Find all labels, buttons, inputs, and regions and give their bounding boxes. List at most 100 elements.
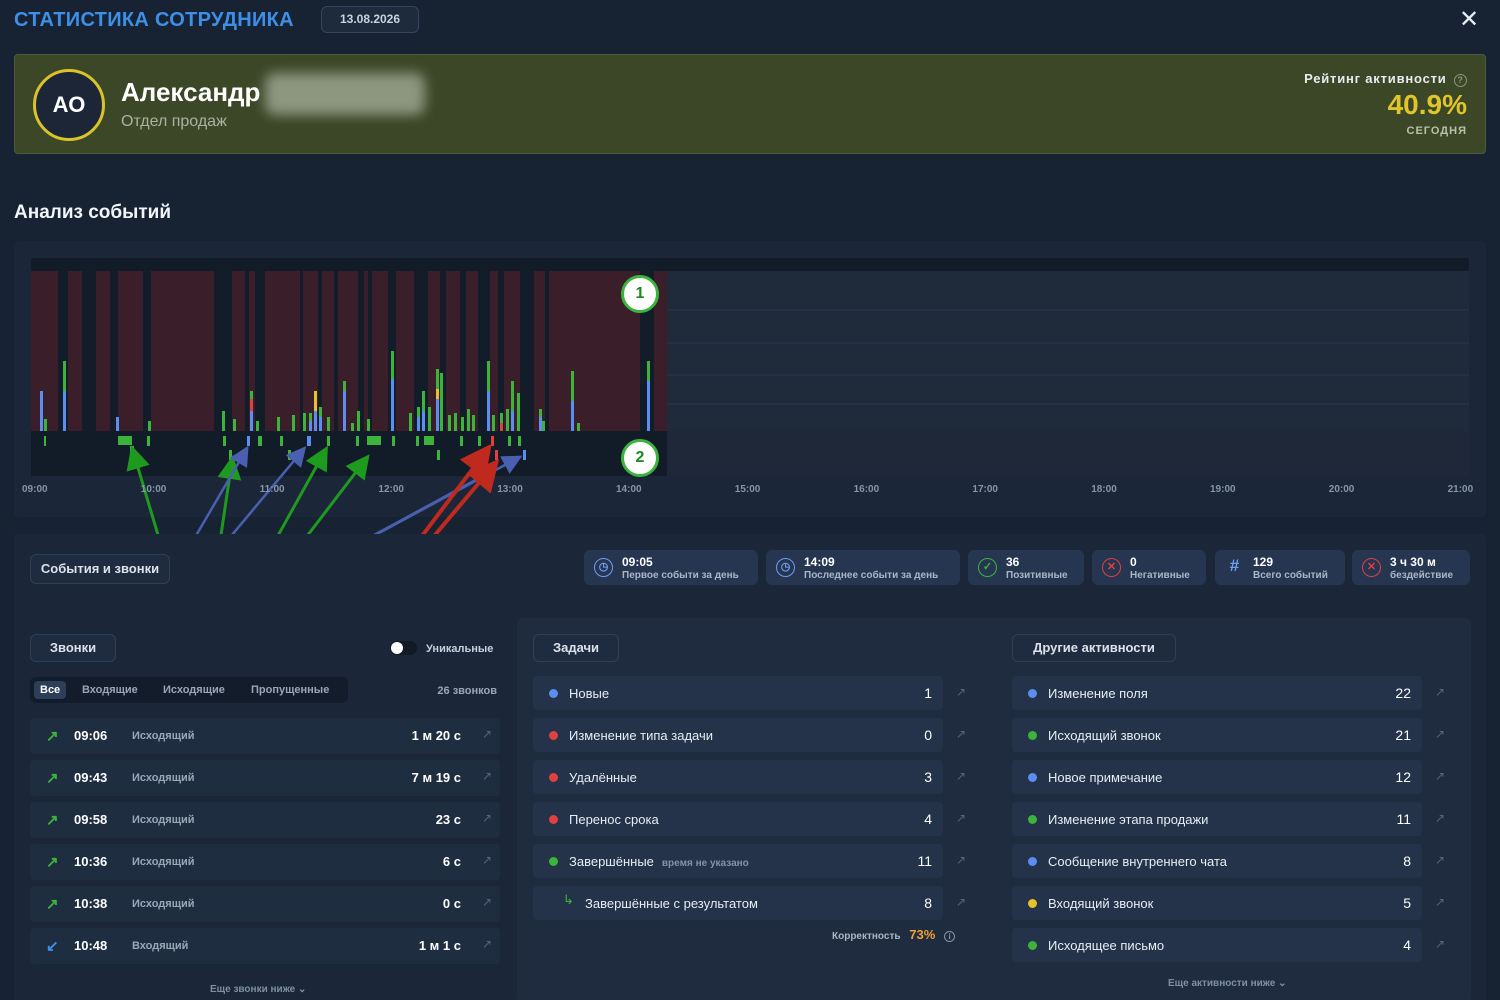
event-bar[interactable] (303, 413, 306, 431)
event-bar[interactable] (40, 391, 43, 431)
event-bar[interactable] (436, 389, 439, 399)
event-bar[interactable] (116, 417, 119, 431)
event-marker[interactable] (280, 436, 283, 446)
call-row[interactable]: ↗ 09:58 Исходящий 23 с ↗ (30, 802, 500, 838)
event-bar[interactable] (391, 351, 394, 379)
event-bar[interactable] (222, 411, 225, 431)
external-link-icon[interactable]: ↗ (482, 937, 492, 951)
event-bar[interactable] (492, 415, 495, 431)
filter-outgoing[interactable]: Исходящие (157, 681, 231, 699)
external-link-icon[interactable]: ↗ (956, 769, 966, 783)
task-row[interactable]: ↳ Завершённые с результатом 8 (533, 886, 943, 920)
activity-row[interactable]: Изменение поля 22 (1012, 676, 1422, 710)
event-marker[interactable] (523, 450, 526, 460)
event-bar[interactable] (417, 407, 420, 417)
activity-row[interactable]: Сообщение внутреннего чата 8 (1012, 844, 1422, 878)
event-bar[interactable] (517, 393, 520, 431)
event-bar[interactable] (647, 381, 650, 431)
external-link-icon[interactable]: ↗ (482, 811, 492, 825)
task-row[interactable]: Перенос срока 4 (533, 802, 943, 836)
event-bar[interactable] (250, 399, 253, 411)
external-link-icon[interactable]: ↗ (956, 895, 966, 909)
event-bar[interactable] (422, 391, 425, 411)
event-bar[interactable] (148, 421, 151, 431)
event-bar[interactable] (511, 411, 514, 431)
activity-row[interactable]: Исходящий звонок 21 (1012, 718, 1422, 752)
event-bar[interactable] (44, 419, 47, 431)
external-link-icon[interactable]: ↗ (1435, 895, 1445, 909)
tab-events-calls[interactable]: События и звонки (30, 554, 170, 584)
event-bar[interactable] (357, 411, 360, 431)
task-row[interactable]: Изменение типа задачи 0 (533, 718, 943, 752)
event-bar[interactable] (436, 369, 439, 389)
event-bar[interactable] (277, 417, 280, 431)
event-bar[interactable] (343, 391, 346, 431)
call-row[interactable]: ↗ 09:06 Исходящий 1 м 20 с ↗ (30, 718, 500, 754)
filter-incoming[interactable]: Входящие (76, 681, 144, 699)
more-calls-link[interactable]: Еще звонки ниже ⌄ (210, 984, 306, 995)
event-marker[interactable] (424, 436, 434, 445)
external-link-icon[interactable]: ↗ (482, 895, 492, 909)
event-bar[interactable] (500, 413, 503, 423)
external-link-icon[interactable]: ↗ (482, 853, 492, 867)
unique-toggle[interactable] (390, 641, 417, 655)
event-bar[interactable] (309, 421, 312, 431)
event-marker[interactable] (118, 436, 132, 445)
event-bar[interactable] (428, 407, 431, 431)
event-bar[interactable] (647, 361, 650, 381)
call-row[interactable]: ↗ 10:38 Исходящий 0 с ↗ (30, 886, 500, 922)
event-marker[interactable] (327, 436, 330, 446)
call-row[interactable]: ↗ 10:36 Исходящий 6 с ↗ (30, 844, 500, 880)
external-link-icon[interactable]: ↗ (1435, 727, 1445, 741)
info-icon[interactable]: i (944, 931, 956, 942)
event-bar[interactable] (539, 417, 542, 431)
event-marker[interactable] (437, 450, 440, 460)
external-link-icon[interactable]: ↗ (1435, 769, 1445, 783)
event-bar[interactable] (571, 401, 574, 431)
more-activities-link[interactable]: Еще активности ниже ⌄ (1168, 978, 1287, 989)
task-row[interactable]: Новые 1 (533, 676, 943, 710)
event-bar[interactable] (250, 411, 253, 431)
event-marker[interactable] (44, 436, 46, 446)
event-bar[interactable] (314, 411, 317, 431)
task-row[interactable]: Удалённые 3 (533, 760, 943, 794)
activity-row[interactable]: Новое примечание 12 (1012, 760, 1422, 794)
event-bar[interactable] (63, 361, 66, 391)
event-marker[interactable] (288, 450, 291, 460)
activity-row[interactable]: Входящий звонок 5 (1012, 886, 1422, 920)
filter-missed[interactable]: Пропущенные (245, 681, 335, 699)
event-bar[interactable] (63, 391, 66, 431)
event-bar[interactable] (409, 413, 412, 431)
event-bar[interactable] (314, 391, 317, 411)
event-marker[interactable] (147, 436, 150, 446)
event-marker[interactable] (491, 436, 494, 446)
event-bar[interactable] (448, 415, 451, 431)
event-marker[interactable] (247, 436, 250, 446)
external-link-icon[interactable]: ↗ (956, 727, 966, 741)
event-bar[interactable] (309, 413, 312, 421)
event-marker[interactable] (229, 450, 232, 460)
event-bar[interactable] (233, 419, 236, 431)
event-bar[interactable] (511, 381, 514, 411)
event-marker[interactable] (307, 436, 311, 446)
task-row[interactable]: Завершённые время не указано 11 (533, 844, 943, 878)
event-bar[interactable] (351, 423, 354, 431)
event-bar[interactable] (367, 419, 370, 431)
event-bar[interactable] (436, 399, 439, 431)
event-bar[interactable] (440, 373, 443, 431)
event-marker[interactable] (478, 436, 481, 446)
call-row[interactable]: ↗ 09:43 Исходящий 7 м 19 с ↗ (30, 760, 500, 796)
event-bar[interactable] (467, 409, 470, 431)
event-bar[interactable] (292, 415, 295, 431)
event-bar[interactable] (542, 421, 545, 431)
external-link-icon[interactable]: ↗ (1435, 937, 1445, 951)
event-bar[interactable] (327, 417, 330, 431)
event-bar[interactable] (571, 371, 574, 401)
external-link-icon[interactable]: ↗ (956, 811, 966, 825)
event-bar[interactable] (472, 415, 475, 431)
event-bar[interactable] (319, 417, 322, 431)
event-bar[interactable] (391, 379, 394, 431)
event-bar[interactable] (506, 409, 509, 431)
event-marker[interactable] (495, 450, 498, 460)
event-marker[interactable] (367, 436, 381, 445)
